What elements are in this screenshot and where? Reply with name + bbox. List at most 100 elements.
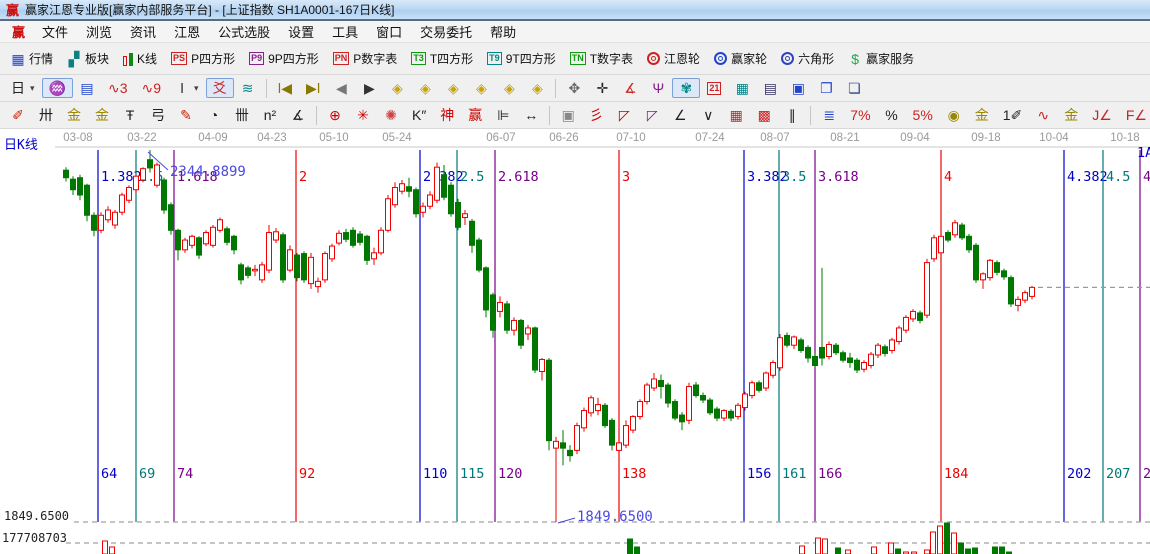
next-bar-button[interactable]: ▶ xyxy=(355,78,383,98)
diamond-expand-button[interactable]: ◈ xyxy=(439,78,467,98)
v-wave-button[interactable]: ∨ xyxy=(694,105,722,125)
quotes-button[interactable]: ▦行情 xyxy=(4,47,60,70)
gold-circle-button[interactable]: ◉ xyxy=(940,105,968,125)
gold-underline-button[interactable]: 金 xyxy=(1057,105,1085,125)
gann-wheel-button[interactable]: 江恩轮 xyxy=(640,47,707,70)
candle-body xyxy=(449,185,454,214)
menu-item-3[interactable]: 江恩 xyxy=(165,20,209,43)
comb-dense-button[interactable]: 卌 xyxy=(228,105,256,125)
p-square-button[interactable]: PSP四方形 xyxy=(164,47,242,70)
menu-item-0[interactable]: 文件 xyxy=(33,20,77,43)
one-brush-button[interactable]: 1✐ xyxy=(996,105,1030,125)
price-grid-arrow-button[interactable]: ▩ xyxy=(750,105,778,125)
grid-comb-button[interactable]: 卅 xyxy=(32,105,60,125)
menu-item-9[interactable]: 帮助 xyxy=(481,20,525,43)
web-grid-button[interactable]: ✺ xyxy=(377,105,405,125)
wave-3-button[interactable]: ∿3 xyxy=(101,78,135,98)
candle-body xyxy=(246,268,251,276)
fan-box-red-button[interactable]: ◸ xyxy=(610,105,638,125)
percent-7-button[interactable]: 7% xyxy=(843,105,877,125)
sectors-button[interactable]: ▞板块 xyxy=(60,47,116,70)
candle-body xyxy=(386,199,391,231)
9p-square-button[interactable]: P99P四方形 xyxy=(242,47,326,70)
gold-grid-2-button[interactable]: 金 xyxy=(88,105,116,125)
diamond-shift-right-button[interactable]: ◈ xyxy=(411,78,439,98)
last-bar-button[interactable]: ▶ǀ xyxy=(299,78,327,98)
p-number-table-button[interactable]: PNP数字表 xyxy=(326,47,405,70)
hexagon-button[interactable]: 六角形 xyxy=(774,47,841,70)
t-square-button[interactable]: T3T四方形 xyxy=(404,47,480,70)
parallel-lines-button[interactable]: ∥ xyxy=(778,105,806,125)
box-drag-button[interactable]: ▣ xyxy=(554,105,582,125)
ying-lines-button[interactable]: 赢 xyxy=(461,105,489,125)
n-squared-button[interactable]: n² xyxy=(256,105,284,125)
net-tool-button[interactable]: ✾ xyxy=(672,78,700,98)
menu-item-4[interactable]: 公式选股 xyxy=(209,20,279,43)
gold-grid-1-button[interactable]: 金 xyxy=(60,105,88,125)
crosshair-tool-button[interactable]: ✛ xyxy=(588,78,616,98)
remote-pc-button[interactable]: ❏ xyxy=(840,78,868,98)
angle-measure-button[interactable]: ∡ xyxy=(616,78,644,98)
angle-fan-button[interactable]: ∠ xyxy=(666,105,694,125)
brush-tool-button[interactable]: ✐ xyxy=(4,105,32,125)
star-grid-button[interactable]: ✳ xyxy=(349,105,377,125)
wave-a-button[interactable]: ∿ xyxy=(1029,105,1057,125)
menu-item-8[interactable]: 交易委托 xyxy=(411,20,481,43)
f-angle-button[interactable]: F∠ xyxy=(1119,105,1150,125)
dual-view-button[interactable]: ❐ xyxy=(812,78,840,98)
pattern-tool-button[interactable]: ♒ xyxy=(42,78,73,98)
fan-rays-button[interactable]: 彡 xyxy=(582,105,610,125)
percent-5-button[interactable]: 5% xyxy=(906,105,940,125)
prev-bar-button[interactable]: ◀ xyxy=(327,78,355,98)
winner-service-button[interactable]: $赢家服务 xyxy=(841,47,921,70)
diamond-fit-button[interactable]: ◈ xyxy=(523,78,551,98)
filter-tool-button[interactable]: Ψ xyxy=(644,78,672,98)
t-square-label: T四方形 xyxy=(430,50,473,67)
profile-histogram-button[interactable]: ≋ xyxy=(234,78,262,98)
save-button[interactable]: ▣ xyxy=(784,78,812,98)
k-mark-button[interactable]: Κ″ xyxy=(405,105,433,125)
ruler-123-button[interactable]: ⊫ xyxy=(489,105,517,125)
info-panel-button[interactable]: ▤ xyxy=(73,78,101,98)
candle-style-dropdown-button[interactable]: ǀ▾ xyxy=(168,78,206,98)
candle-body xyxy=(484,268,489,310)
period-k-dropdown-button[interactable]: 日▾ xyxy=(4,78,42,98)
calculator-icon: ▦ xyxy=(735,81,749,95)
diamond-pan-button[interactable]: ◈ xyxy=(495,78,523,98)
menu-item-1[interactable]: 浏览 xyxy=(77,20,121,43)
j-angle-button[interactable]: J∠ xyxy=(1085,105,1119,125)
width-measure-button[interactable]: ↔ xyxy=(517,105,545,125)
gold-levels-button[interactable]: 金 xyxy=(968,105,996,125)
shen-lines-button[interactable]: 神 xyxy=(433,105,461,125)
first-bar-button[interactable]: ǀ◀ xyxy=(271,78,299,98)
kline-button[interactable]: K线 xyxy=(116,47,164,70)
target-cross-button[interactable]: ⊕ xyxy=(321,105,349,125)
hand-tool-button[interactable]: ✥ xyxy=(560,78,588,98)
notes-button[interactable]: ▤ xyxy=(756,78,784,98)
ruler-pen-button[interactable]: ✎ xyxy=(172,105,200,125)
f-grid-button[interactable]: Ŧ xyxy=(116,105,144,125)
angle-wing-button[interactable]: ∡ xyxy=(284,105,312,125)
spiral-tool-button[interactable]: 弓 xyxy=(144,105,172,125)
ladder-lines-button[interactable]: ≣ xyxy=(815,105,843,125)
t-number-table-button[interactable]: TNT数字表 xyxy=(563,47,640,70)
menu-item-5[interactable]: 设置 xyxy=(279,20,323,43)
fan-box-purple-button[interactable]: ◸ xyxy=(638,105,666,125)
percent-button[interactable]: % xyxy=(878,105,906,125)
title-bar: 赢 赢家江恩专业版[赢家内部服务平台] - [上证指数 SH1A0001-167… xyxy=(0,0,1150,21)
price-grid-button[interactable]: ▦ xyxy=(722,105,750,125)
menu-item-2[interactable]: 资讯 xyxy=(121,20,165,43)
wave-9-button[interactable]: ∿9 xyxy=(135,78,169,98)
cycle-circle-button[interactable]: ◔ xyxy=(200,105,228,125)
9t-square-button[interactable]: T99T四方形 xyxy=(480,47,563,70)
calendar-21-button[interactable]: 21 xyxy=(700,79,728,98)
menu-item-6[interactable]: 工具 xyxy=(323,20,367,43)
menu-item-7[interactable]: 窗口 xyxy=(367,20,411,43)
winner-wheel-button[interactable]: 赢家轮 xyxy=(707,47,774,70)
gann-count-label: 184 xyxy=(944,466,968,482)
diamond-shift-left-button[interactable]: ◈ xyxy=(383,78,411,98)
calculator-button[interactable]: ▦ xyxy=(728,78,756,98)
gann-pattern-button[interactable]: 爻 xyxy=(206,78,234,98)
candle-body xyxy=(869,354,874,365)
diamond-compress-button[interactable]: ◈ xyxy=(467,78,495,98)
